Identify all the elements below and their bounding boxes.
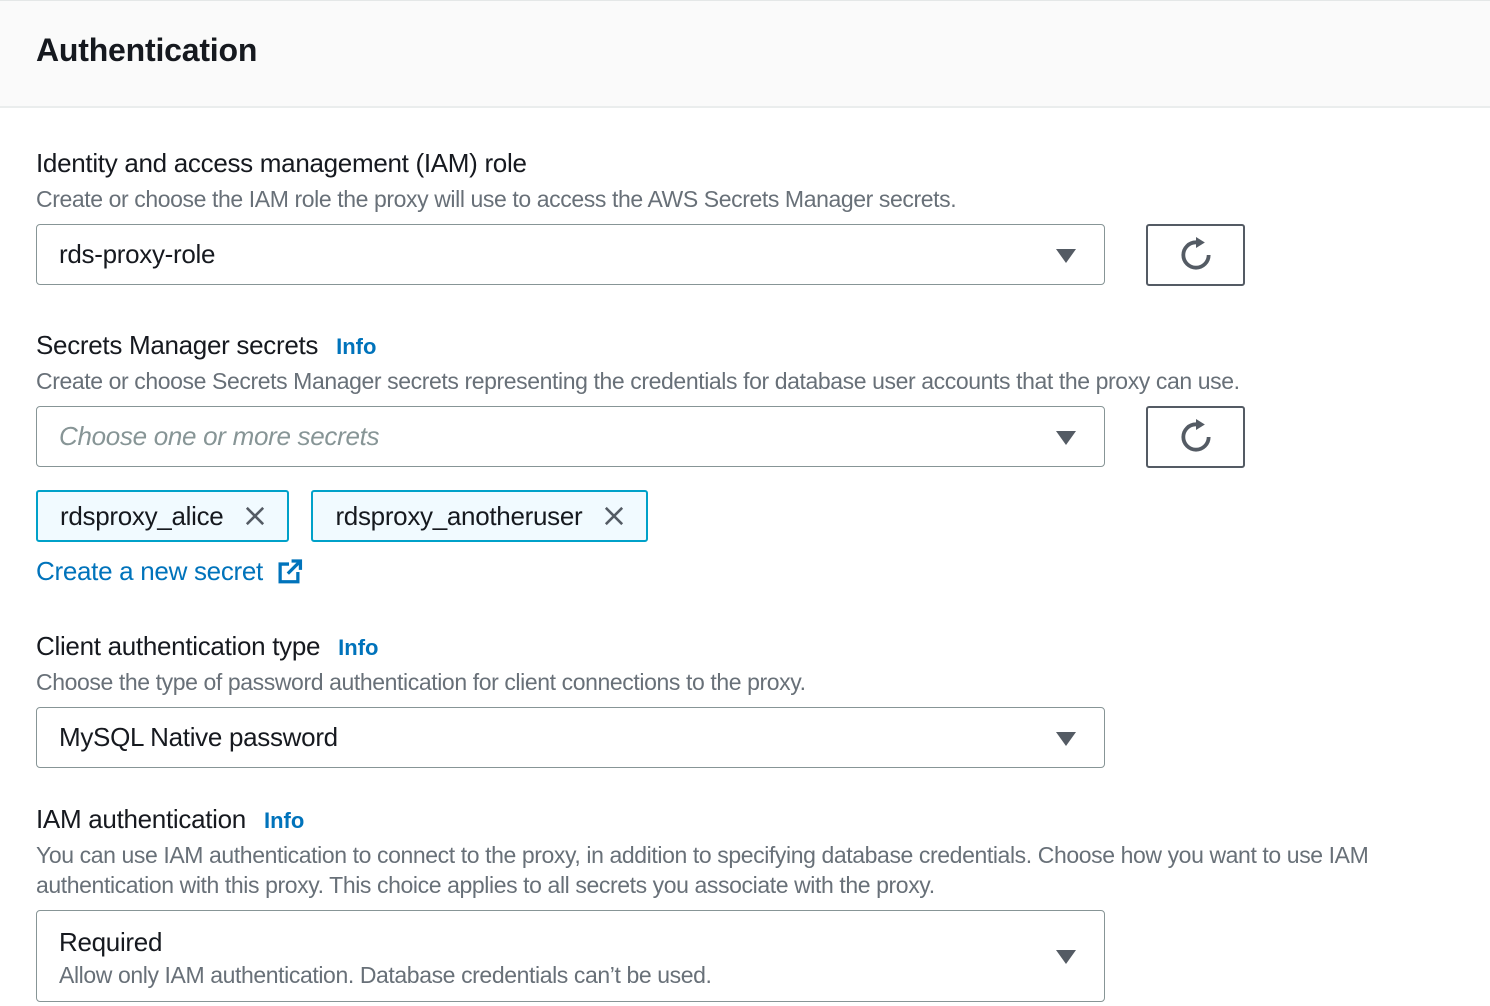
chevron-down-icon <box>1056 732 1076 746</box>
client-auth-info-link[interactable]: Info <box>338 633 378 663</box>
iam-role-description: Create or choose the IAM role the proxy … <box>36 184 1465 214</box>
chevron-down-icon <box>1056 431 1076 445</box>
secrets-placeholder: Choose one or more secrets <box>59 421 379 452</box>
section-header: Authentication <box>0 0 1490 108</box>
iam-auth-label: IAM authentication <box>36 802 246 836</box>
iam-role-selected-value: rds-proxy-role <box>59 239 215 270</box>
page-title: Authentication <box>36 32 257 69</box>
secret-token-label: rdsproxy_anotheruser <box>335 501 582 532</box>
iam-auth-description: You can use IAM authentication to connec… <box>36 840 1465 900</box>
iam-auth-info-link[interactable]: Info <box>264 806 304 836</box>
create-secret-link-label: Create a new secret <box>36 556 263 587</box>
refresh-icon <box>1177 418 1215 456</box>
iam-role-field: Identity and access management (IAM) rol… <box>36 146 1465 286</box>
selected-secrets-tokens: rdsproxy_alice rdsproxy_anotheruser <box>36 490 1465 542</box>
client-auth-label: Client authentication type <box>36 629 320 663</box>
create-secret-link[interactable]: Create a new secret <box>36 556 303 587</box>
refresh-icon <box>1177 236 1215 274</box>
client-auth-select[interactable]: MySQL Native password <box>36 707 1105 768</box>
secrets-info-link[interactable]: Info <box>336 332 376 362</box>
iam-auth-selected-description: Allow only IAM authentication. Database … <box>59 960 1044 990</box>
client-auth-field: Client authentication type Info Choose t… <box>36 629 1465 768</box>
chevron-down-icon <box>1056 950 1076 964</box>
remove-token-icon[interactable] <box>241 502 269 530</box>
secret-token-label: rdsproxy_alice <box>60 501 223 532</box>
iam-role-label: Identity and access management (IAM) rol… <box>36 146 527 180</box>
client-auth-selected-value: MySQL Native password <box>59 722 338 753</box>
secret-token: rdsproxy_alice <box>36 490 289 542</box>
secrets-field: Secrets Manager secrets Info Create or c… <box>36 328 1465 587</box>
external-link-icon <box>275 558 303 586</box>
iam-auth-select[interactable]: Required Allow only IAM authentication. … <box>36 910 1105 1002</box>
secrets-label: Secrets Manager secrets <box>36 328 318 362</box>
iam-role-select[interactable]: rds-proxy-role <box>36 224 1105 285</box>
iam-role-refresh-button[interactable] <box>1146 224 1245 286</box>
secrets-multiselect[interactable]: Choose one or more secrets <box>36 406 1105 467</box>
iam-auth-field: IAM authentication Info You can use IAM … <box>36 802 1465 1002</box>
iam-auth-selected-value: Required <box>59 927 1044 958</box>
client-auth-description: Choose the type of password authenticati… <box>36 667 1465 697</box>
remove-token-icon[interactable] <box>600 502 628 530</box>
secrets-refresh-button[interactable] <box>1146 406 1245 468</box>
secret-token: rdsproxy_anotheruser <box>311 490 648 542</box>
authentication-form: Identity and access management (IAM) rol… <box>0 108 1490 1002</box>
secrets-description: Create or choose Secrets Manager secrets… <box>36 366 1465 396</box>
chevron-down-icon <box>1056 249 1076 263</box>
